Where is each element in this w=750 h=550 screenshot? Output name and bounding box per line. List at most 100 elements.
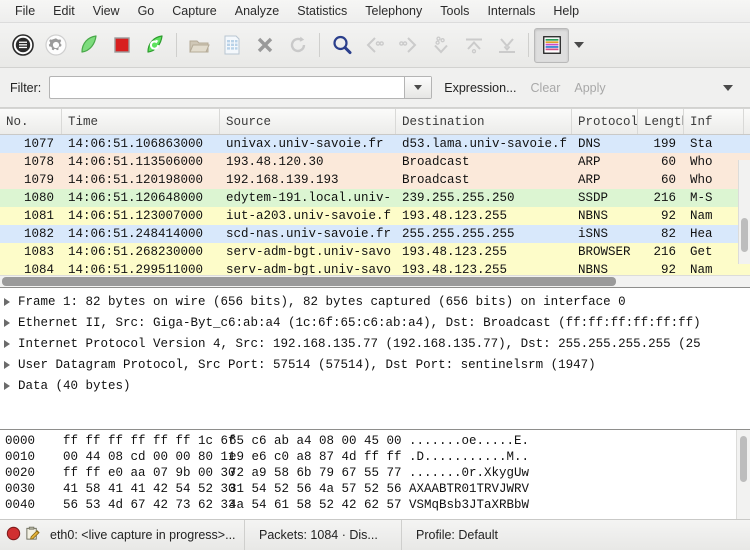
expand-triangle-icon[interactable]: [4, 360, 10, 369]
menu-edit[interactable]: Edit: [44, 2, 84, 20]
menu-tools[interactable]: Tools: [431, 2, 478, 20]
close-file-icon[interactable]: [248, 29, 281, 62]
menu-statistics[interactable]: Statistics: [288, 2, 356, 20]
status-bar: eth0: <live capture in progress>... Pack…: [0, 519, 750, 550]
packet-bytes-vertical-scrollbar[interactable]: [736, 430, 750, 519]
column-header-destination[interactable]: Destination: [396, 109, 572, 134]
detail-row-label: Frame 1: 82 bytes on wire (656 bits), 82…: [18, 294, 626, 309]
detail-row-ethernet[interactable]: Ethernet II, Src: Giga-Byt_c6:ab:a4 (1c:…: [0, 312, 750, 333]
main-toolbar: [0, 23, 750, 68]
toolbar-overflow-caret-icon[interactable]: [569, 30, 589, 60]
reload-file-icon[interactable]: [281, 29, 314, 62]
hex-row[interactable]: 0040 56 53 4d 67 42 73 62 33 4a 54 61 58…: [0, 497, 750, 513]
go-back-icon[interactable]: [358, 29, 391, 62]
detail-row-data[interactable]: Data (40 bytes): [0, 375, 750, 396]
filter-dropdown-button[interactable]: [404, 77, 432, 98]
cell-protocol: SSDP: [578, 191, 609, 205]
hex-row[interactable]: 0020 ff ff e0 aa 07 9b 00 30 72 a9 58 6b…: [0, 465, 750, 481]
packet-list-horizontal-scrollbar[interactable]: [0, 275, 750, 287]
hex-bytes-right: e9 e6 c0 a8 87 4d ff ff: [229, 450, 402, 464]
go-forward-icon[interactable]: [391, 29, 424, 62]
hex-row[interactable]: 0000 ff ff ff ff ff ff 1c 6f 65 c6 ab a4…: [0, 433, 750, 449]
expert-info-error-icon[interactable]: [6, 526, 21, 544]
table-row[interactable]: 1077 14:06:51.106863000 univax.univ-savo…: [0, 135, 750, 153]
expand-triangle-icon[interactable]: [4, 339, 10, 348]
menu-go[interactable]: Go: [129, 2, 164, 20]
table-row[interactable]: 1081 14:06:51.123007000 iut-a203.univ-sa…: [0, 207, 750, 225]
expand-triangle-icon[interactable]: [4, 297, 10, 306]
column-header-time[interactable]: Time: [62, 109, 220, 134]
column-header-length[interactable]: Length: [638, 109, 684, 134]
go-last-packet-icon[interactable]: [490, 29, 523, 62]
expand-triangle-icon[interactable]: [4, 318, 10, 327]
cell-time: 14:06:51.299511000: [68, 263, 204, 275]
table-row[interactable]: 1079 14:06:51.120198000 192.168.139.193 …: [0, 171, 750, 189]
table-row[interactable]: 1083 14:06:51.268230000 serv-adm-bgt.uni…: [0, 243, 750, 261]
capture-options-gear-icon[interactable]: [39, 29, 72, 62]
cell-destination: 255.255.255.255: [402, 227, 515, 241]
menu-analyze[interactable]: Analyze: [226, 2, 288, 20]
restart-capture-icon[interactable]: [138, 29, 171, 62]
colorize-icon[interactable]: [534, 27, 569, 63]
open-file-icon[interactable]: [182, 29, 215, 62]
hex-offset: 0030: [5, 482, 36, 496]
stop-capture-icon[interactable]: [105, 29, 138, 62]
scrollbar-thumb[interactable]: [740, 436, 747, 482]
column-header-protocol[interactable]: Protocol: [572, 109, 638, 134]
hex-row[interactable]: 0030 41 58 41 41 42 54 52 30 31 54 52 56…: [0, 481, 750, 497]
detail-row-ipv4[interactable]: Internet Protocol Version 4, Src: 192.16…: [0, 333, 750, 354]
detail-row-frame[interactable]: Frame 1: 82 bytes on wire (656 bits), 82…: [0, 291, 750, 312]
scrollbar-thumb[interactable]: [2, 277, 616, 286]
interfaces-icon[interactable]: [6, 29, 39, 62]
menu-internals[interactable]: Internals: [478, 2, 544, 20]
packet-bytes-pane: 0000 ff ff ff ff ff ff 1c 6f 65 c6 ab a4…: [0, 429, 750, 519]
detail-row-udp[interactable]: User Datagram Protocol, Src Port: 57514 …: [0, 354, 750, 375]
table-row[interactable]: 1082 14:06:51.248414000 scd-nas.univ-sav…: [0, 225, 750, 243]
menu-help[interactable]: Help: [544, 2, 588, 20]
column-header-info[interactable]: Inf: [684, 109, 744, 134]
hex-bytes-left: 00 44 08 cd 00 00 80 11: [63, 450, 236, 464]
start-capture-icon[interactable]: [72, 29, 105, 62]
table-row[interactable]: 1078 14:06:51.113506000 193.48.120.30 Br…: [0, 153, 750, 171]
cell-destination: 193.48.123.255: [402, 245, 508, 259]
save-file-icon[interactable]: [215, 29, 248, 62]
filter-apply-button[interactable]: Apply: [574, 81, 605, 95]
capture-comment-icon[interactable]: [25, 526, 40, 544]
go-to-packet-icon[interactable]: [424, 29, 457, 62]
menu-file[interactable]: File: [6, 2, 44, 20]
filter-bookmark-caret-icon[interactable]: [716, 76, 740, 100]
cell-time: 14:06:51.268230000: [68, 245, 204, 259]
menu-telephony[interactable]: Telephony: [356, 2, 431, 20]
filter-input[interactable]: [50, 77, 405, 98]
cell-info: Nam: [690, 209, 713, 223]
find-packet-icon[interactable]: [325, 29, 358, 62]
scrollbar-thumb[interactable]: [741, 218, 748, 252]
detail-row-label: Internet Protocol Version 4, Src: 192.16…: [18, 336, 701, 351]
table-row[interactable]: 1080 14:06:51.120648000 edytem-191.local…: [0, 189, 750, 207]
cell-length: 92: [660, 263, 676, 275]
toolbar-separator-3: [528, 33, 529, 57]
cell-no: 1081: [23, 209, 54, 223]
status-profile[interactable]: Profile: Default: [401, 520, 512, 550]
hex-row[interactable]: 0010 00 44 08 cd 00 00 80 11 e9 e6 c0 a8…: [0, 449, 750, 465]
go-first-packet-icon[interactable]: [457, 29, 490, 62]
packet-list-vertical-scrollbar[interactable]: [738, 160, 750, 264]
menu-view[interactable]: View: [84, 2, 129, 20]
cell-destination: Broadcast: [402, 155, 470, 169]
cell-source: serv-adm-bgt.univ-savo: [226, 263, 392, 275]
cell-info: Nam: [690, 263, 713, 275]
column-header-source[interactable]: Source: [220, 109, 396, 134]
hex-bytes-right: 72 a9 58 6b 79 67 55 77: [229, 466, 402, 480]
table-row[interactable]: 1084 14:06:51.299511000 serv-adm-bgt.uni…: [0, 261, 750, 275]
cell-protocol: ARP: [578, 173, 601, 187]
status-capture-info[interactable]: eth0: <live capture in progress>...: [48, 520, 244, 550]
packet-list-rows: 1077 14:06:51.106863000 univax.univ-savo…: [0, 135, 750, 275]
filter-expression-button[interactable]: Expression...: [444, 81, 516, 95]
cell-info: Sta: [690, 137, 713, 151]
filter-combo[interactable]: [49, 76, 433, 99]
menu-capture[interactable]: Capture: [163, 2, 225, 20]
status-packet-counts[interactable]: Packets: 1084 · Dis...: [244, 520, 401, 550]
column-header-no[interactable]: No.: [0, 109, 62, 134]
expand-triangle-icon[interactable]: [4, 381, 10, 390]
filter-clear-button[interactable]: Clear: [531, 81, 561, 95]
